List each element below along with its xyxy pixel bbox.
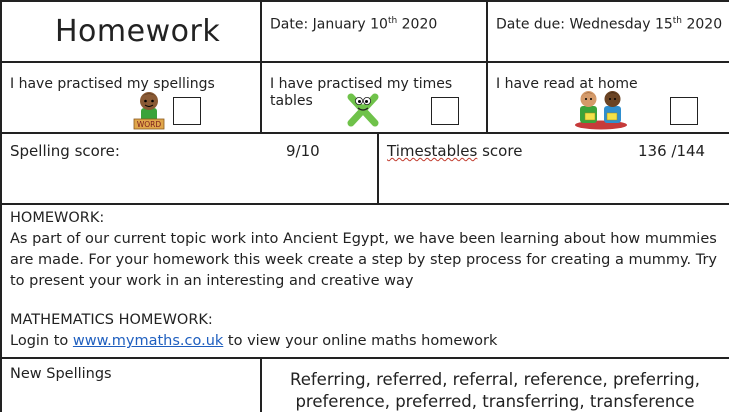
row4-divider xyxy=(0,357,729,359)
spellings-checkbox[interactable] xyxy=(173,97,201,125)
date-set: Date: January 10th 2020 xyxy=(270,16,437,33)
times-cross-character-icon xyxy=(347,93,379,127)
maths-prefix: Login to xyxy=(10,333,73,349)
boy-with-word-tile-icon: WORD xyxy=(133,92,165,130)
row2-divider xyxy=(0,132,729,134)
date-due-prefix: Date due: Wednesday 15 xyxy=(496,16,673,33)
date-set-ordinal: th xyxy=(387,16,398,26)
maths-homework-text: Login to www.mymaths.co.uk to view your … xyxy=(10,331,722,352)
homework-heading: HOMEWORK: xyxy=(10,210,105,226)
col2-divider xyxy=(486,0,488,133)
timestables-score-value: 136 /144 xyxy=(638,142,706,160)
mymaths-link[interactable]: www.mymaths.co.uk xyxy=(73,333,223,349)
spelling-score-label: Spelling score: xyxy=(10,142,120,160)
row3-divider xyxy=(0,203,729,205)
timestables-label-word: Timestables xyxy=(387,142,478,160)
timestables-score-label: Timestables score xyxy=(387,142,522,160)
timestables-label-rest: score xyxy=(477,142,523,160)
spellings-practised-label: I have practised my spellings xyxy=(10,76,215,92)
new-spellings-label: New Spellings xyxy=(10,366,112,382)
times-tables-checkbox[interactable] xyxy=(431,97,459,125)
score-divider xyxy=(377,132,379,204)
homework-body: As part of our current topic work into A… xyxy=(10,231,718,289)
row1-divider xyxy=(0,61,729,63)
spelling-score-value: 9/10 xyxy=(286,142,320,160)
maths-suffix: to view your online maths homework xyxy=(223,333,498,349)
reading-checkbox[interactable] xyxy=(670,97,698,125)
date-due-year: 2020 xyxy=(682,16,723,33)
date-due-ordinal: th xyxy=(672,16,683,26)
col1-divider xyxy=(260,0,262,133)
date-set-prefix: Date: January 10 xyxy=(270,16,388,33)
date-due: Date due: Wednesday 15th 2020 xyxy=(496,16,722,33)
new-spellings-list: Referring, referred, referral, reference… xyxy=(290,370,700,411)
page-title: Homework xyxy=(55,14,221,49)
maths-homework-heading: MATHEMATICS HOMEWORK: xyxy=(10,312,213,328)
border-top xyxy=(0,0,729,2)
word-tile-text: WORD xyxy=(137,120,162,129)
children-reading-icon xyxy=(575,91,627,130)
date-set-year: 2020 xyxy=(397,16,438,33)
